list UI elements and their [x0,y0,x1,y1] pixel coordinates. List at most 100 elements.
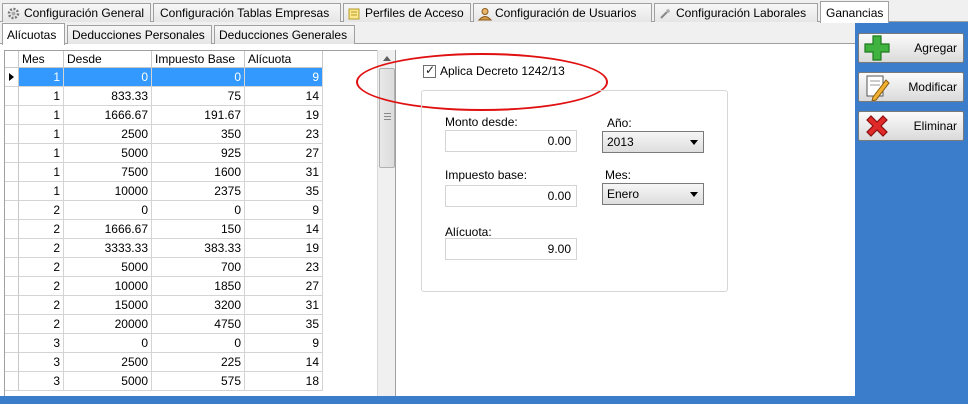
table-row[interactable]: 2 20000 4750 35 [5,315,323,334]
table-row[interactable]: 1 10000 2375 35 [5,182,323,201]
cell-desde[interactable]: 3333.33 [64,239,152,258]
cell-alicuota[interactable]: 23 [245,258,323,277]
mes-select[interactable]: Enero [602,183,704,205]
cell-desde[interactable]: 7500 [64,163,152,182]
agregar-button[interactable]: Agregar [858,33,964,63]
cell-mes[interactable]: 2 [19,258,64,277]
tab-perfiles-de-acceso[interactable]: Perfiles de Acceso [343,3,471,22]
table-row[interactable]: 2 1666.67 150 14 [5,220,323,239]
row-selector[interactable] [5,87,19,106]
table-row[interactable]: 2 3333.33 383.33 19 [5,239,323,258]
column-header-mes[interactable]: Mes [19,51,64,68]
cell-mes[interactable]: 2 [19,315,64,334]
cell-impuesto-base[interactable]: 2375 [152,182,245,201]
cell-mes[interactable]: 2 [19,201,64,220]
row-selector[interactable] [5,372,19,391]
tab-configuracion-de-usuarios[interactable]: Configuración de Usuarios [473,3,652,22]
cell-mes[interactable]: 1 [19,182,64,201]
cell-alicuota[interactable]: 35 [245,182,323,201]
tab-alicuotas[interactable]: Alícuotas [2,23,65,45]
cell-impuesto-base[interactable]: 383.33 [152,239,245,258]
cell-impuesto-base[interactable]: 1850 [152,277,245,296]
cell-desde[interactable]: 833.33 [64,87,152,106]
cell-impuesto-base[interactable]: 3200 [152,296,245,315]
cell-mes[interactable]: 3 [19,353,64,372]
row-selector[interactable] [5,239,19,258]
alicuotas-grid[interactable]: Mes Desde Impuesto Base Alícuota 1 0 0 9 1 83… [4,50,396,404]
cell-alicuota[interactable]: 14 [245,220,323,239]
cell-alicuota[interactable]: 31 [245,163,323,182]
row-selector[interactable] [5,258,19,277]
cell-desde[interactable]: 5000 [64,372,152,391]
row-selector[interactable] [5,334,19,353]
cell-mes[interactable]: 1 [19,144,64,163]
cell-desde[interactable]: 1666.67 [64,106,152,125]
cell-desde[interactable]: 2500 [64,353,152,372]
row-selector[interactable] [5,277,19,296]
table-row[interactable]: 3009 [5,334,323,353]
row-selector[interactable] [5,125,19,144]
table-row[interactable]: 3 5000 575 18 [5,372,323,391]
cell-alicuota[interactable]: 9 [245,68,323,87]
cell-impuesto-base[interactable]: 75 [152,87,245,106]
cell-impuesto-base[interactable]: 925 [152,144,245,163]
cell-impuesto-base[interactable]: 191.67 [152,106,245,125]
cell-desde[interactable]: 5000 [64,144,152,163]
cell-mes[interactable]: 2 [19,296,64,315]
cell-impuesto-base[interactable]: 700 [152,258,245,277]
cell-mes[interactable]: 1 [19,68,64,87]
cell-alicuota[interactable]: 35 [245,315,323,334]
column-header-desde[interactable]: Desde [64,51,152,68]
tab-configuracion-tablas-empresas[interactable]: Configuración Tablas Empresas [153,3,341,22]
tab-deducciones-personales[interactable]: Deducciones Personales [67,25,212,44]
row-selector[interactable] [5,201,19,220]
cell-alicuota[interactable]: 31 [245,296,323,315]
anio-select[interactable]: 2013 [602,131,704,153]
cell-impuesto-base[interactable]: 0 [152,201,245,220]
cell-mes[interactable]: 2 [19,220,64,239]
cell-alicuota[interactable]: 9 [245,201,323,220]
table-row[interactable]: 1 1666.67 191.67 19 [5,106,323,125]
cell-impuesto-base[interactable]: 0 [152,334,245,353]
row-selector[interactable] [5,220,19,239]
tab-configuracion-general[interactable]: Configuración General [2,3,151,22]
cell-alicuota[interactable]: 27 [245,277,323,296]
row-selector[interactable] [5,163,19,182]
column-header-impuesto-base[interactable]: Impuesto Base [152,51,245,68]
cell-mes[interactable]: 1 [19,163,64,182]
cell-mes[interactable]: 1 [19,87,64,106]
cell-desde[interactable]: 10000 [64,277,152,296]
row-selector[interactable] [5,106,19,125]
table-row[interactable]: 2 10000 1850 27 [5,277,323,296]
cell-mes[interactable]: 2 [19,277,64,296]
cell-impuesto-base[interactable]: 150 [152,220,245,239]
tab-deducciones-generales[interactable]: Deducciones Generales [214,25,355,44]
cell-desde[interactable]: 20000 [64,315,152,334]
cell-alicuota[interactable]: 18 [245,372,323,391]
row-selector[interactable] [5,315,19,334]
table-row[interactable]: 1 5000 925 27 [5,144,323,163]
cell-desde[interactable]: 5000 [64,258,152,277]
table-row[interactable]: 1009 [5,68,323,87]
cell-mes[interactable]: 1 [19,125,64,144]
cell-desde[interactable]: 15000 [64,296,152,315]
cell-alicuota[interactable]: 27 [245,144,323,163]
row-selector[interactable] [5,68,19,87]
cell-mes[interactable]: 3 [19,334,64,353]
cell-desde[interactable]: 2500 [64,125,152,144]
cell-alicuota[interactable]: 19 [245,239,323,258]
impuesto-base-field[interactable]: 0.00 [445,185,577,207]
row-selector[interactable] [5,296,19,315]
tab-configuracion-laborales[interactable]: Configuración Laborales [654,3,818,22]
cell-impuesto-base[interactable]: 575 [152,372,245,391]
monto-desde-field[interactable]: 0.00 [445,130,577,152]
cell-mes[interactable]: 3 [19,372,64,391]
cell-desde[interactable]: 10000 [64,182,152,201]
table-row[interactable]: 2 15000 3200 31 [5,296,323,315]
eliminar-button[interactable]: Eliminar [858,111,964,141]
table-row[interactable]: 1 2500 350 23 [5,125,323,144]
table-row[interactable]: 3 2500 225 14 [5,353,323,372]
cell-impuesto-base[interactable]: 4750 [152,315,245,334]
cell-desde[interactable]: 0 [64,68,152,87]
table-row[interactable]: 2009 [5,201,323,220]
